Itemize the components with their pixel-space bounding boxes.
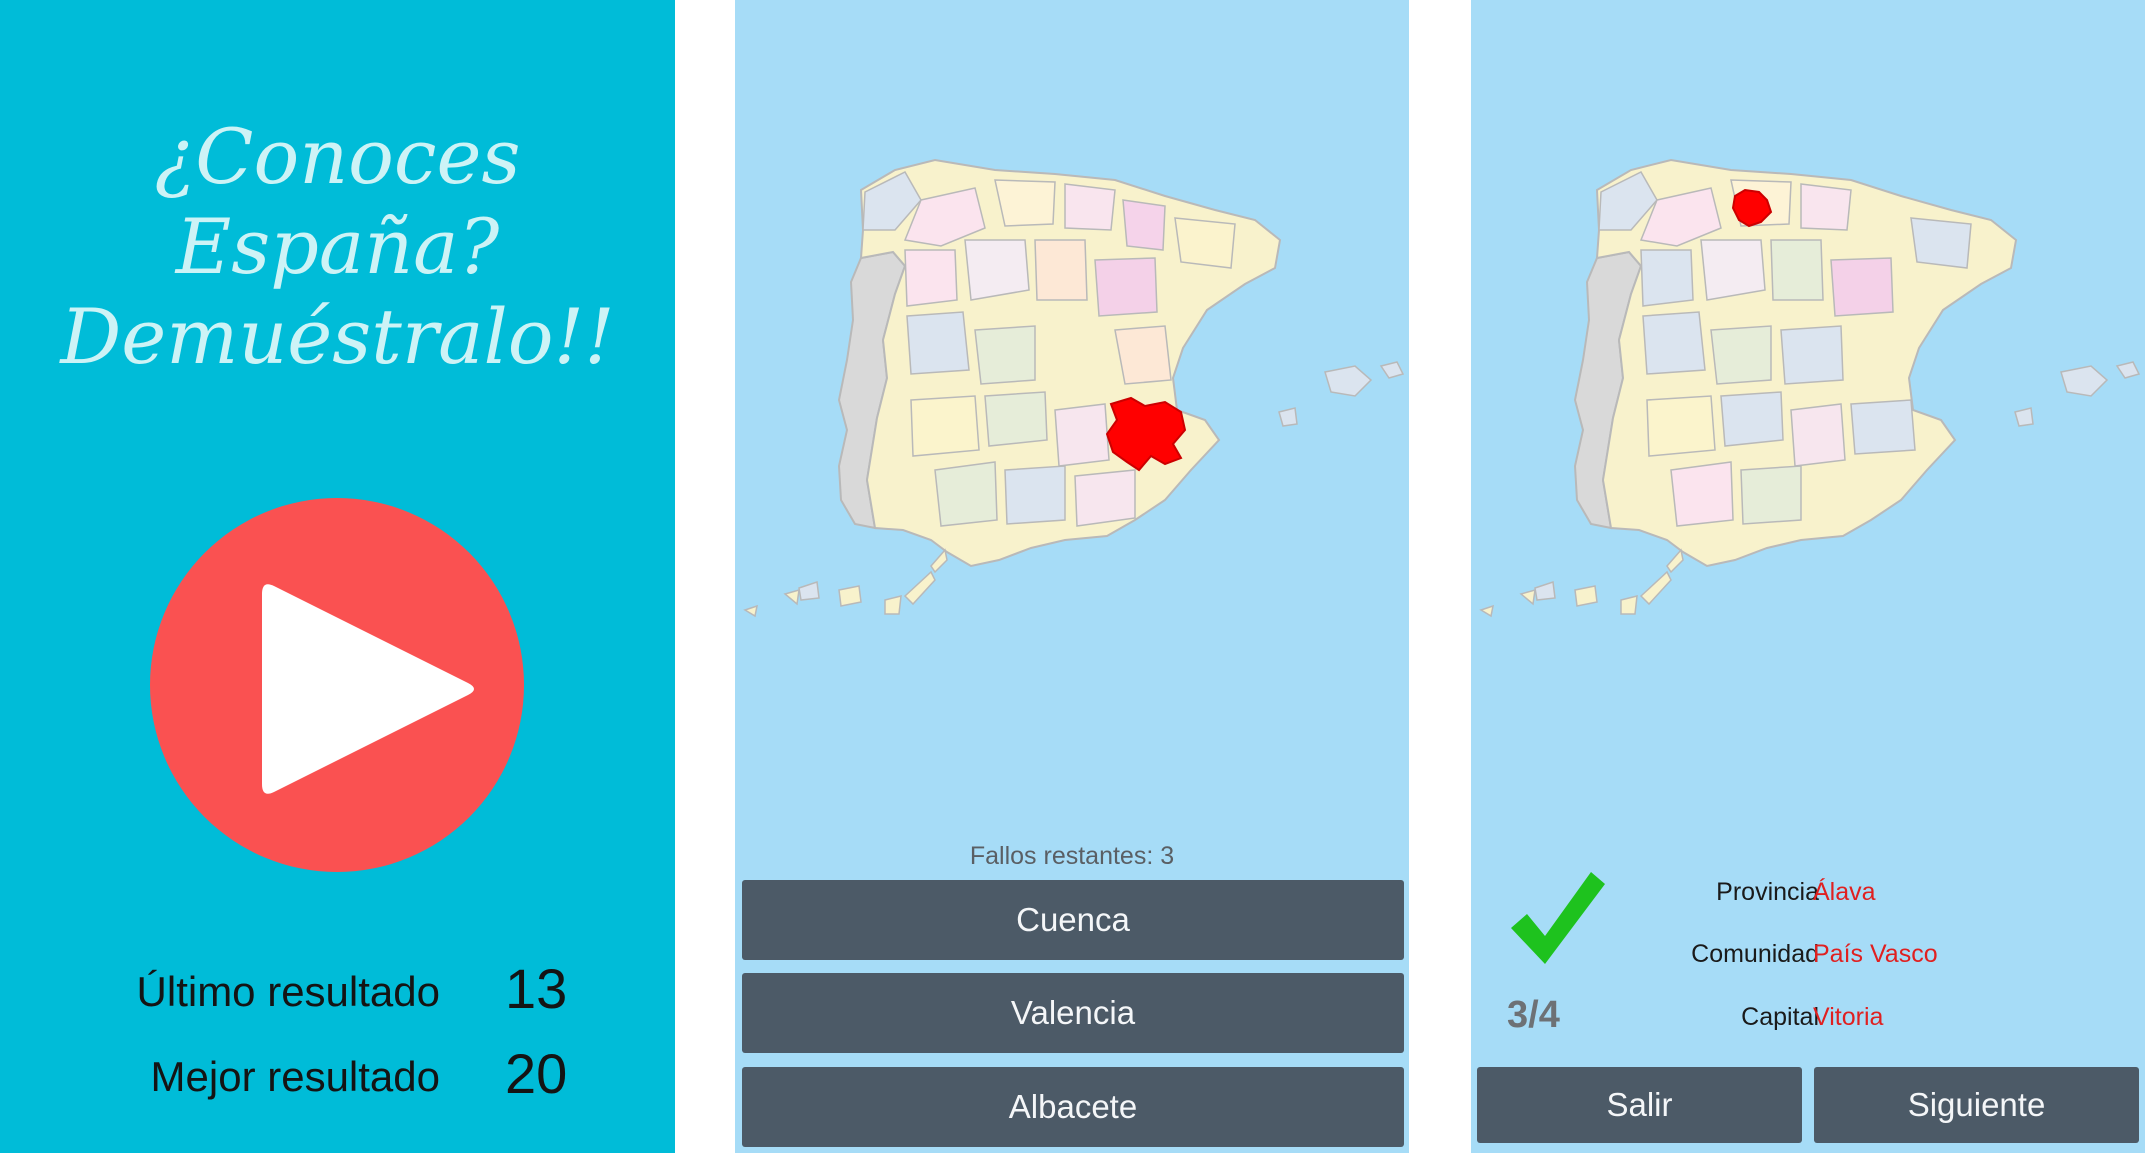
app-title: ¿Conoces España? Demuéstralo!!	[0, 112, 675, 382]
capital-value: Vitoria	[1813, 1003, 1884, 1031]
answer-option-3[interactable]: Albacete	[742, 1067, 1404, 1147]
next-button[interactable]: Siguiente	[1814, 1067, 2139, 1143]
last-result-label: Último resultado	[136, 968, 440, 1015]
title-line-1: ¿Conoces	[154, 112, 521, 201]
best-result-label: Mejor resultado	[150, 1053, 440, 1100]
home-screen: ¿Conoces España? Demuéstralo!! Último re…	[0, 0, 675, 1153]
title-line-3: Demuéstralo!!	[60, 292, 615, 381]
progress-counter: 3/4	[1507, 994, 1560, 1036]
last-result-row: Último resultado 13	[0, 950, 675, 1020]
result-screen: 3/4 Provincia Álava Comunidad País Vasco…	[1471, 0, 2145, 1153]
check-icon	[1511, 872, 1605, 964]
province-label: Provincia	[1716, 878, 1819, 906]
community-value: País Vasco	[1813, 940, 1938, 968]
exit-button[interactable]: Salir	[1477, 1067, 1802, 1143]
play-icon	[262, 584, 474, 794]
province-value: Álava	[1813, 878, 1876, 906]
title-line-2: España?	[175, 202, 500, 291]
community-label: Comunidad	[1691, 940, 1819, 968]
best-result-value: 20	[505, 1042, 568, 1105]
last-result-value: 13	[505, 957, 568, 1020]
quiz-screen: Fallos restantes: 3 Cuenca Valencia Alba…	[735, 0, 1409, 1153]
play-button[interactable]	[150, 498, 524, 872]
answer-option-1[interactable]: Cuenca	[742, 880, 1404, 960]
capital-label: Capital	[1741, 1003, 1819, 1031]
best-result-row: Mejor resultado 20	[0, 1035, 675, 1105]
spain-map	[1479, 158, 2141, 618]
spain-map	[743, 158, 1405, 618]
answer-option-2[interactable]: Valencia	[742, 973, 1404, 1053]
remaining-errors: Fallos restantes: 3	[969, 842, 1175, 870]
